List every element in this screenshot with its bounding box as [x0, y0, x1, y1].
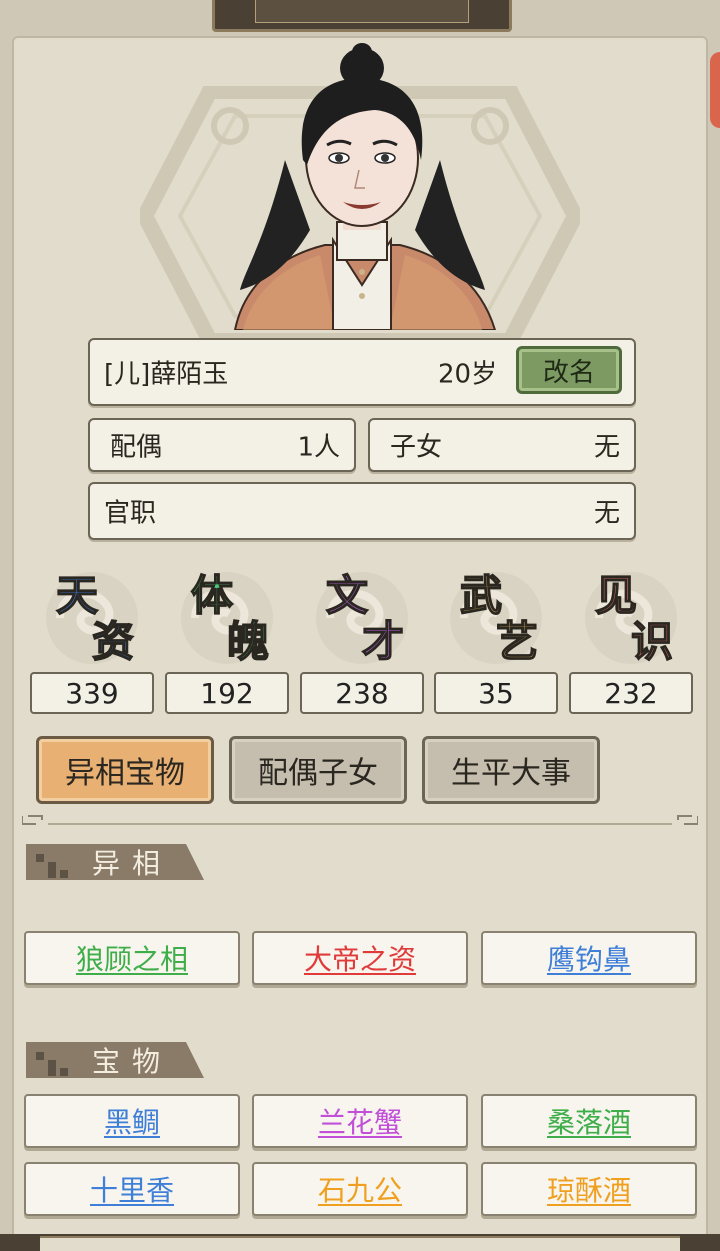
- stat-value: 238: [300, 672, 424, 714]
- stat-emblem: 体魄: [165, 568, 289, 668]
- stat-emblem: 见识: [569, 568, 693, 668]
- stat-name-char: 魄: [226, 616, 270, 667]
- treasure-button[interactable]: 桑落酒: [481, 1094, 697, 1148]
- treasure-button[interactable]: 黑鲷: [24, 1094, 240, 1148]
- section-divider: [22, 815, 698, 825]
- side-tab-button[interactable]: [710, 52, 720, 128]
- stat-value: 35: [434, 672, 558, 714]
- treasure-button[interactable]: 十里香: [24, 1162, 240, 1216]
- children-value: 无: [593, 432, 620, 463]
- character-name: [儿]薛陌玉: [104, 359, 229, 390]
- trait-button[interactable]: 狼顾之相: [24, 931, 240, 985]
- treasure-label: 石九公: [317, 1174, 402, 1207]
- treasure-label: 黑鲷: [103, 1106, 160, 1139]
- rename-button[interactable]: 改名: [516, 346, 622, 394]
- stat-emblem: 文才: [300, 568, 424, 668]
- spouse-value: 1人: [297, 432, 340, 463]
- tab-label: 生平大事: [451, 756, 571, 791]
- stat-emblem: 天资: [30, 568, 154, 668]
- character-portrait: [233, 43, 497, 330]
- tab-button[interactable]: 生平大事: [422, 736, 600, 804]
- traits-section-header: 异相: [26, 840, 206, 884]
- treasure-button[interactable]: 兰花蟹: [252, 1094, 468, 1148]
- treasure-label: 琼酥酒: [546, 1174, 631, 1207]
- tab-label: 配偶子女: [258, 756, 378, 791]
- treasures-section-title: 宝物: [92, 1045, 173, 1078]
- tab-label: 异相宝物: [65, 756, 185, 791]
- stat-value: 339: [30, 672, 154, 714]
- spouse-row: 配偶 1人: [88, 418, 356, 472]
- office-label: 官职: [104, 498, 157, 529]
- trait-label: 大帝之资: [303, 943, 416, 976]
- stat-name-char: 艺: [495, 616, 539, 667]
- stat-name-char: 资: [91, 616, 135, 667]
- stat-emblem: 武艺: [434, 568, 558, 668]
- tab-button[interactable]: 异相宝物: [36, 736, 214, 804]
- spouse-label: 配偶: [110, 432, 163, 463]
- treasures-section-header: 宝物: [26, 1038, 206, 1082]
- traits-section-title: 异相: [92, 847, 173, 880]
- character-age: 20岁: [438, 359, 498, 390]
- stat-name-char: 才: [361, 616, 405, 667]
- office-row: 官职 无: [88, 482, 636, 540]
- tab-button[interactable]: 配偶子女: [229, 736, 407, 804]
- treasure-label: 十里香: [89, 1174, 174, 1207]
- bottom-frame-trim: [0, 1234, 720, 1251]
- office-value: 无: [593, 498, 620, 529]
- children-label: 子女: [390, 432, 443, 463]
- title-banner: [212, 0, 512, 32]
- children-row: 子女 无: [368, 418, 636, 472]
- stat-value: 232: [569, 672, 693, 714]
- trait-label: 狼顾之相: [75, 943, 188, 976]
- trait-label: 鹰钩鼻: [546, 943, 631, 976]
- treasure-label: 兰花蟹: [317, 1106, 402, 1139]
- stat-name-char: 识: [630, 616, 674, 667]
- trait-button[interactable]: 大帝之资: [252, 931, 468, 985]
- treasure-button[interactable]: 石九公: [252, 1162, 468, 1216]
- stat-value: 192: [165, 672, 289, 714]
- treasure-button[interactable]: 琼酥酒: [481, 1162, 697, 1216]
- treasure-label: 桑落酒: [546, 1106, 631, 1139]
- trait-button[interactable]: 鹰钩鼻: [481, 931, 697, 985]
